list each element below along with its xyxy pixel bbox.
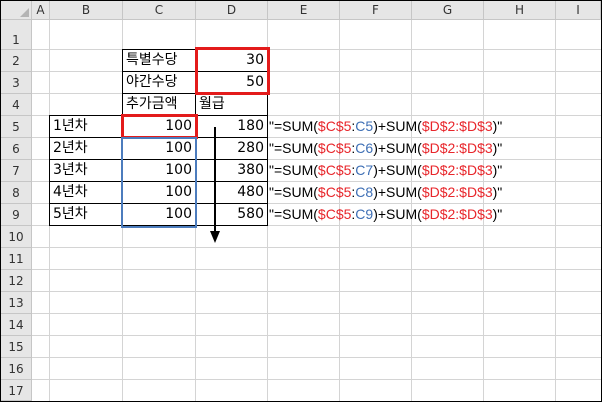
formula-open: "=SUM( [269, 118, 318, 134]
row-header-2[interactable]: 2 [1, 50, 32, 72]
gridline [32, 313, 601, 314]
row-header-7[interactable]: 7 [1, 160, 32, 182]
formula-open: "=SUM( [269, 184, 318, 200]
formula-close: )" [492, 162, 503, 178]
formula-range-start: $C$5 [317, 140, 352, 156]
formula-mid: )+SUM( [373, 206, 422, 222]
row-header-15[interactable]: 15 [1, 336, 32, 358]
formula-open: "=SUM( [269, 206, 318, 222]
row-header-17[interactable]: 17 [1, 380, 32, 401]
column-header-f[interactable]: F [340, 1, 412, 20]
row-header-3[interactable]: 3 [1, 72, 32, 94]
formula-range-end: C6 [355, 140, 374, 156]
gridline [555, 20, 556, 401]
formula-range-start: $C$5 [317, 162, 352, 178]
formula-close: )" [492, 140, 503, 156]
gridline [32, 357, 601, 358]
row-header-13[interactable]: 13 [1, 292, 32, 314]
column-header-e[interactable]: E [268, 1, 340, 20]
cell-b7[interactable]: 3년차 [49, 159, 123, 182]
formula-range-start: $C$5 [317, 206, 352, 222]
row-header-4[interactable]: 4 [1, 94, 32, 116]
formula-d-range: $D$2:$D$3 [421, 206, 493, 222]
blue-highlight-c6-c9 [121, 137, 197, 228]
formula-text-row-8: "=SUM($C$5:C8)+SUM($D$2:$D$3)" [269, 182, 502, 203]
formula-close: )" [492, 118, 503, 134]
formula-text-row-7: "=SUM($C$5:C7)+SUM($D$2:$D$3)" [269, 160, 502, 181]
formula-d-range: $D$2:$D$3 [421, 184, 493, 200]
formula-text-row-6: "=SUM($C$5:C6)+SUM($D$2:$D$3)" [269, 138, 502, 159]
column-header-c[interactable]: C [123, 1, 196, 20]
gridline [32, 71, 601, 72]
row-header-14[interactable]: 14 [1, 314, 32, 336]
formula-close: )" [492, 206, 503, 222]
formula-range-start: $C$5 [317, 184, 352, 200]
column-header-h[interactable]: H [484, 1, 556, 20]
cell-c3[interactable]: 야간수당 [122, 71, 196, 94]
formula-d-range: $D$2:$D$3 [421, 140, 493, 156]
formula-range-end: C5 [355, 118, 374, 134]
formula-text-row-9: "=SUM($C$5:C9)+SUM($D$2:$D$3)" [269, 204, 502, 225]
gridline [32, 247, 601, 248]
cell-c2[interactable]: 특별수당 [122, 49, 196, 72]
formula-range-end: C9 [355, 206, 374, 222]
row-header-1[interactable]: 1 [1, 20, 32, 50]
spreadsheet: A B C D E F G H I 1 2 3 4 5 6 7 8 9 10 1… [0, 0, 602, 402]
formula-range-end: C7 [355, 162, 374, 178]
cell-c4[interactable]: 추가금액 [122, 93, 196, 116]
row-header-16[interactable]: 16 [1, 358, 32, 380]
formula-open: "=SUM( [269, 162, 318, 178]
column-header-a[interactable]: A [32, 1, 50, 20]
row-header-6[interactable]: 6 [1, 138, 32, 160]
select-all-corner[interactable] [1, 1, 32, 20]
formula-range-end: C8 [355, 184, 374, 200]
formula-close: )" [492, 184, 503, 200]
row-header-10[interactable]: 10 [1, 226, 32, 248]
fill-down-arrow-icon [210, 127, 220, 243]
cell-d5[interactable]: 180 [195, 115, 268, 138]
formula-text-row-5: "=SUM($C$5:C5)+SUM($D$2:$D$3)" [269, 116, 502, 137]
gridline [32, 93, 601, 94]
cell-b8[interactable]: 4년차 [49, 181, 123, 204]
formula-mid: )+SUM( [373, 162, 422, 178]
gridline [32, 269, 601, 270]
red-highlight-c5 [121, 114, 198, 139]
cell-b9[interactable]: 5년차 [49, 203, 123, 226]
cell-b5[interactable]: 1년차 [49, 115, 123, 138]
cell-d4[interactable]: 월급 [195, 93, 268, 116]
formula-mid: )+SUM( [373, 184, 422, 200]
select-all-triangle-icon [20, 8, 29, 17]
cell-d7[interactable]: 380 [195, 159, 268, 182]
red-highlight-d2-d3 [195, 47, 270, 95]
row-header-5[interactable]: 5 [1, 116, 32, 138]
formula-range-start: $C$5 [317, 118, 352, 134]
cell-d9[interactable]: 580 [195, 203, 268, 226]
arrow-head [210, 231, 220, 243]
column-header-b[interactable]: B [50, 1, 123, 20]
gridline [32, 379, 601, 380]
cell-d6[interactable]: 280 [195, 137, 268, 160]
gridline [32, 49, 601, 50]
formula-d-range: $D$2:$D$3 [421, 162, 493, 178]
row-header-12[interactable]: 12 [1, 270, 32, 292]
cell-b6[interactable]: 2년차 [49, 137, 123, 160]
gridline [32, 335, 601, 336]
row-header-9[interactable]: 9 [1, 204, 32, 226]
gridline [32, 291, 601, 292]
cell-d8[interactable]: 480 [195, 181, 268, 204]
formula-mid: )+SUM( [373, 140, 422, 156]
formula-open: "=SUM( [269, 140, 318, 156]
column-header-g[interactable]: G [412, 1, 484, 20]
formula-d-range: $D$2:$D$3 [421, 118, 493, 134]
column-header-d[interactable]: D [196, 1, 268, 20]
formula-mid: )+SUM( [373, 118, 422, 134]
row-header-8[interactable]: 8 [1, 182, 32, 204]
row-header-11[interactable]: 11 [1, 248, 32, 270]
column-header-i[interactable]: I [556, 1, 601, 20]
